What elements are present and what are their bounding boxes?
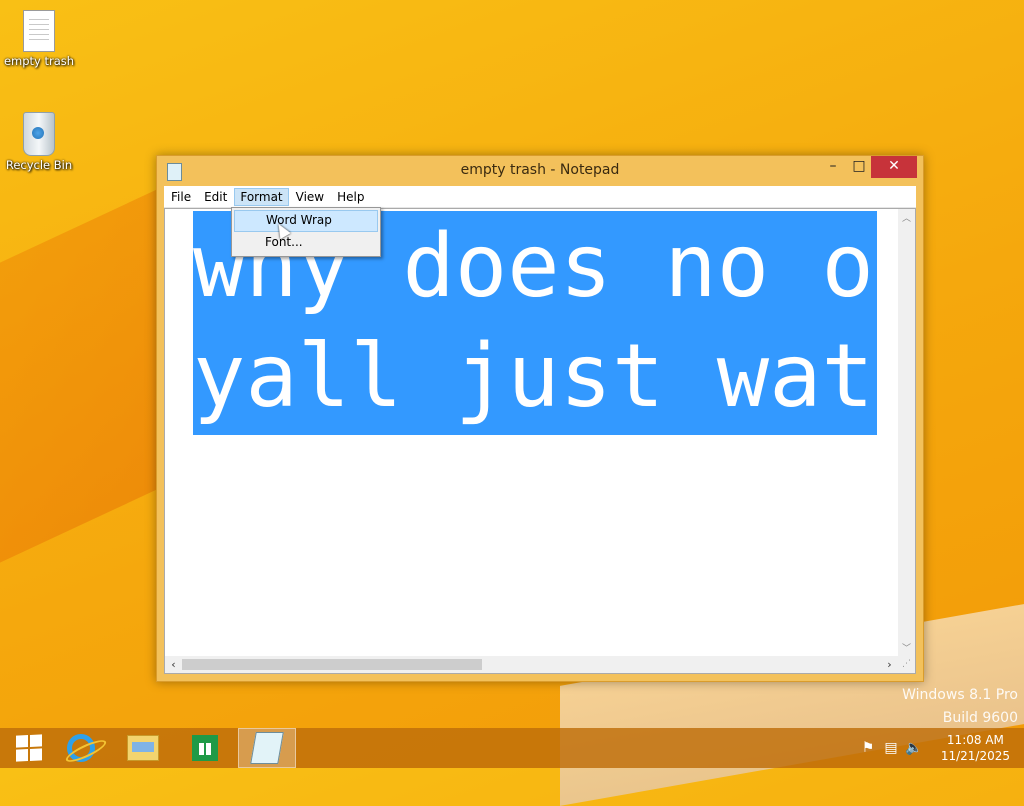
file-explorer-icon bbox=[127, 735, 159, 761]
taskbar-store[interactable] bbox=[176, 728, 234, 768]
menu-bar: File Edit Format View Help bbox=[164, 186, 916, 208]
vertical-scrollbar[interactable]: ︿ ﹀ bbox=[898, 209, 915, 656]
taskbar-ie[interactable] bbox=[52, 728, 110, 768]
minimize-button[interactable]: – bbox=[819, 156, 847, 178]
horizontal-scrollbar[interactable]: ‹ › bbox=[165, 656, 898, 673]
scroll-down-icon[interactable]: ﹀ bbox=[898, 641, 915, 654]
taskbar-explorer[interactable] bbox=[114, 728, 172, 768]
desktop-icon-recycle-bin[interactable]: Recycle Bin bbox=[2, 112, 76, 172]
menu-view[interactable]: View bbox=[290, 188, 330, 206]
scroll-up-icon[interactable]: ︿ bbox=[898, 211, 915, 224]
menu-format[interactable]: Format bbox=[234, 187, 289, 206]
desktop-icon-label: empty trash bbox=[3, 54, 75, 68]
desktop-icon-empty-trash[interactable]: empty trash bbox=[2, 10, 76, 68]
title-bar[interactable]: empty trash - Notepad – □ ✕ bbox=[157, 156, 923, 186]
flag-icon[interactable]: ⚑ bbox=[859, 739, 877, 757]
text-file-icon bbox=[23, 10, 55, 52]
desktop-icon-label: Recycle Bin bbox=[5, 158, 73, 172]
clock[interactable]: 11:08 AM 11/21/2025 bbox=[941, 732, 1010, 764]
editor-area[interactable]: why does no o yall just wat ︿ ﹀ ‹ › ⋰ bbox=[164, 208, 916, 674]
close-button[interactable]: ✕ bbox=[871, 156, 917, 178]
scroll-left-icon[interactable]: ‹ bbox=[165, 656, 182, 673]
windows-watermark: Windows 8.1 Pro Build 9600 bbox=[902, 684, 1018, 730]
menu-item-word-wrap[interactable]: Word Wrap bbox=[234, 210, 378, 232]
horizontal-scroll-thumb[interactable] bbox=[182, 659, 482, 670]
start-icon bbox=[16, 734, 42, 762]
maximize-button[interactable]: □ bbox=[845, 156, 873, 178]
clock-time: 11:08 AM bbox=[946, 733, 1004, 747]
menu-help[interactable]: Help bbox=[331, 188, 370, 206]
recycle-bin-icon bbox=[23, 112, 55, 156]
notepad-icon bbox=[250, 732, 284, 764]
menu-edit[interactable]: Edit bbox=[198, 188, 233, 206]
menu-item-font[interactable]: Font... bbox=[234, 232, 378, 252]
internet-explorer-icon bbox=[67, 734, 95, 762]
volume-muted-icon[interactable]: 🔈 bbox=[905, 739, 923, 757]
store-icon bbox=[192, 735, 218, 761]
window-title: empty trash - Notepad bbox=[460, 162, 620, 178]
text-line: yall just wat bbox=[193, 325, 874, 427]
watermark-edition: Windows 8.1 Pro bbox=[902, 687, 1018, 703]
clock-date: 11/21/2025 bbox=[940, 749, 1010, 763]
watermark-build: Build 9600 bbox=[942, 710, 1018, 726]
text-editor[interactable]: why does no o yall just wat bbox=[165, 209, 898, 656]
taskbar: ⚑ ▤ 🔈 11:08 AM 11/21/2025 bbox=[0, 728, 1024, 768]
start-button[interactable] bbox=[0, 728, 58, 768]
resize-grip-icon[interactable]: ⋰ bbox=[898, 656, 915, 673]
scroll-right-icon[interactable]: › bbox=[881, 656, 898, 673]
system-tray: ⚑ ▤ 🔈 11:08 AM 11/21/2025 bbox=[854, 728, 1024, 768]
format-dropdown: Word Wrap Font... bbox=[231, 207, 381, 257]
taskbar-notepad[interactable] bbox=[238, 728, 296, 768]
network-icon[interactable]: ▤ bbox=[882, 739, 900, 757]
menu-file[interactable]: File bbox=[165, 188, 197, 206]
